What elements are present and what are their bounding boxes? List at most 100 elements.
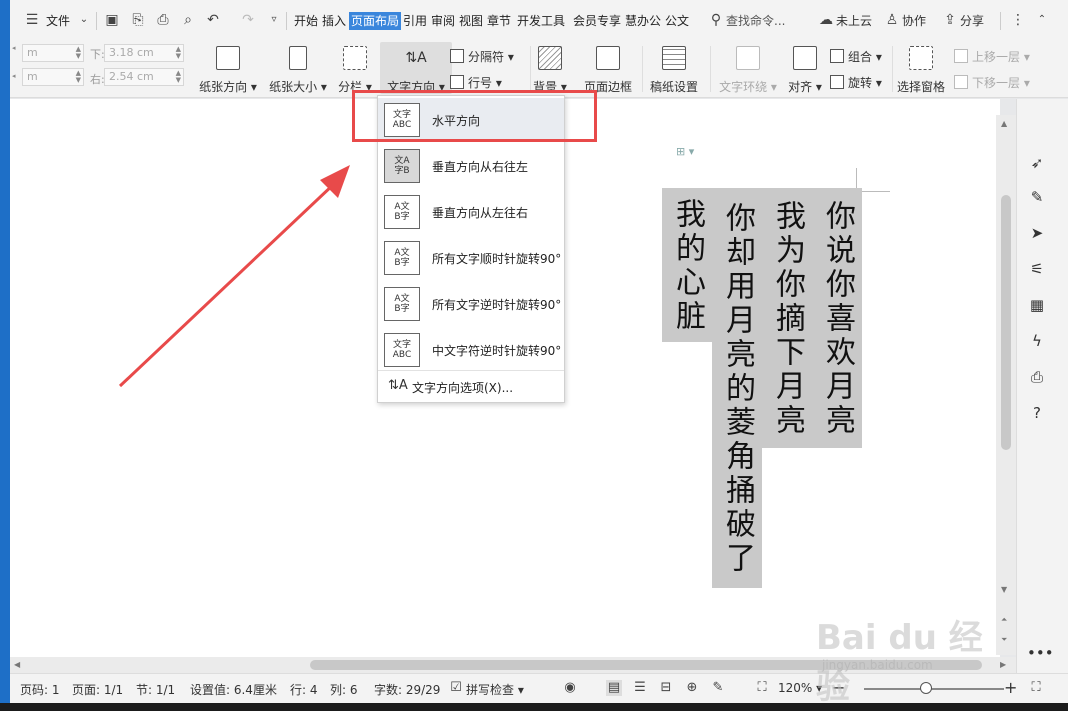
send-backward-button[interactable]: 下移一层 ▾ [954,74,1030,91]
margin-left-input[interactable]: m ▲ ▼ [22,68,84,86]
menu-bar: ☰ 文件 ⌄ ▣ ⎘ ⎙ ⌕ ↶ ↷ ▿ 开始 插入 页面布局 引用 审阅 视图… [0,0,1068,711]
tab-chapter[interactable]: 章节 [487,12,511,30]
file-menu[interactable]: 文件 [46,12,70,30]
status-word-count[interactable]: 字数: 29/29 [374,681,440,698]
web-view-icon[interactable]: ⊕ [684,680,700,696]
outline-view-icon[interactable]: ☰ [632,680,648,696]
collapse-ribbon-icon[interactable]: ⌃ [1034,12,1050,28]
fullscreen-icon[interactable]: ⛶ [1028,680,1044,696]
status-pages[interactable]: 页面: 1/1 [72,681,123,698]
spell-check-button[interactable]: 拼写检查 ▾ [466,681,524,698]
orientation-button[interactable]: 纸张方向 ▾ [196,46,260,95]
rocket-icon[interactable]: ➶ [1027,153,1047,173]
text-direction-options[interactable]: ⇅A 文字方向选项(X)... [378,372,564,402]
print-icon[interactable]: ⎙ [155,12,171,28]
line-numbers-button[interactable]: 行号 ▾ [450,74,502,91]
tab-review[interactable]: 审阅 [431,12,455,30]
option-chinese-rotate[interactable]: 文字 ABC 中文字符逆时针旋转90° [378,328,564,372]
page-view-icon[interactable]: ▤ [606,680,622,696]
reading-view-icon[interactable]: ⊟ [658,680,674,696]
collab-button[interactable]: 协作 [902,12,926,29]
help-icon[interactable]: ? [1027,403,1047,423]
save-icon[interactable]: ▣ [104,12,120,28]
rotate-icon [830,75,844,89]
pen-mode-icon[interactable]: ✎ [710,680,726,696]
tab-official-doc[interactable]: 公文 [665,12,689,30]
pen-icon[interactable]: ✎ [1027,187,1047,207]
page-border-button[interactable]: 页面边框 [576,46,640,95]
image-edit-icon[interactable]: ▦ [1027,295,1047,315]
status-row[interactable]: 行: 4 [290,681,318,698]
cursor-icon[interactable]: ➤ [1027,223,1047,243]
cloud-status[interactable]: 未上云 [836,12,872,29]
tab-page-layout[interactable]: 页面布局 [349,12,402,30]
customize-quick-access-icon[interactable]: ▿ [266,12,282,28]
group-button[interactable]: 组合 ▾ [830,48,882,65]
columns-button[interactable]: 分栏 ▾ [336,46,374,95]
more-icon[interactable]: ••• [1027,643,1054,663]
bring-forward-button[interactable]: 上移一层 ▾ [954,48,1030,65]
margin-right-input[interactable]: 2.54 cm ▲ ▼ [104,68,184,86]
baidu-watermark: Bai du 经验 jingyan.baidu.com [816,618,983,707]
text-direction-icon: ⇅A [405,50,427,66]
eye-icon[interactable]: ◉ [562,680,578,696]
align-button[interactable]: 对齐 ▾ [784,46,826,95]
background-button[interactable]: 背景 ▾ [530,46,570,95]
text-column-1[interactable]: 你说你喜欢月亮 [812,188,862,448]
text-column-3[interactable]: 你却用月亮的菱角捅破了 [712,188,762,588]
scroll-left-icon[interactable]: ◀ [14,660,20,669]
text-anchor-icon: ⊞ ▾ [676,145,695,158]
text-direction-button[interactable]: ⇅A 文字方向 ▾ [380,42,452,94]
status-column[interactable]: 列: 6 [330,681,358,698]
margin-bottom-input[interactable]: 3.18 cm ▲ ▼ [104,44,184,62]
scroll-down-icon[interactable]: ▼ [1001,585,1007,594]
vertical-scrollbar[interactable]: ▲ ▼ ⏶ ⏷ [996,115,1016,655]
fit-page-icon[interactable]: ⛶ [754,680,770,696]
selection-pane-button[interactable]: 选择窗格 [894,46,948,95]
option-horizontal[interactable]: 文字 ABC 水平方向 [378,98,564,142]
command-search[interactable]: 查找命令... [726,12,785,29]
paper-size-icon [289,46,307,70]
more-icon[interactable]: ⋮ [1010,12,1026,28]
tab-view[interactable]: 视图 [459,12,483,30]
right-sidebar: ➶ ✎ ➤ ⚟ ▦ ϟ ⎙ ? ••• [1016,99,1068,673]
option-vertical-right-to-left[interactable]: 文A 字B 垂直方向从右往左 [378,144,564,188]
option-vertical-left-to-right[interactable]: A文 B字 垂直方向从左往右 [378,190,564,234]
manuscript-button[interactable]: 稿纸设置 [646,46,702,95]
chevron-down-icon[interactable]: ⌄ [76,12,92,28]
status-setting[interactable]: 设置值: 6.4厘米 [190,681,277,698]
print-preview-icon[interactable]: ⌕ [180,12,196,28]
vertical-scroll-thumb[interactable] [1001,195,1011,450]
horizontal-direction-icon: 文字 ABC [384,103,420,137]
tab-home[interactable]: 开始 [294,12,318,30]
lightning-icon[interactable]: ϟ [1027,331,1047,351]
text-column-2[interactable]: 我为你摘下月亮 [762,188,812,448]
text-column-4[interactable]: 我的心脏 [662,188,712,342]
tab-member[interactable]: 会员专享 [573,12,621,30]
separator [1000,12,1001,30]
export-pdf-icon[interactable]: ⎘ [130,12,146,28]
scroll-up-icon[interactable]: ▲ [1001,119,1007,128]
status-section[interactable]: 节: 1/1 [136,681,175,698]
undo-icon[interactable]: ↶ [205,12,221,28]
tab-smart-office[interactable]: 慧办公 [625,12,661,30]
margin-left-arrow-icon-2[interactable]: ◂ [12,72,16,80]
paper-size-button[interactable]: 纸张大小 ▾ [266,46,330,95]
option-rotate-clockwise[interactable]: A文 B字 所有文字顺时针旋转90° [378,236,564,280]
rotate-button[interactable]: 旋转 ▾ [830,74,882,91]
checkbox-icon[interactable]: ☑ [448,680,464,696]
book-search-icon[interactable]: ⎙ [1027,367,1047,387]
settings-sliders-icon[interactable]: ⚟ [1027,259,1047,279]
tab-references[interactable]: 引用 [403,12,427,30]
share-button[interactable]: 分享 [960,12,984,29]
redo-icon[interactable]: ↷ [240,12,256,28]
hamburger-icon[interactable]: ☰ [24,12,40,28]
tab-developer[interactable]: 开发工具 [517,12,565,30]
text-wrap-button[interactable]: 文字环绕 ▾ [716,46,780,95]
status-page-number[interactable]: 页码: 1 [20,681,60,698]
margin-top-input[interactable]: m ▲ ▼ [22,44,84,62]
margin-left-arrow-icon[interactable]: ◂ [12,44,16,52]
tab-insert[interactable]: 插入 [322,12,346,30]
breaks-button[interactable]: 分隔符 ▾ [450,48,514,65]
option-rotate-counterclockwise[interactable]: A文 B字 所有文字逆时针旋转90° [378,282,564,326]
